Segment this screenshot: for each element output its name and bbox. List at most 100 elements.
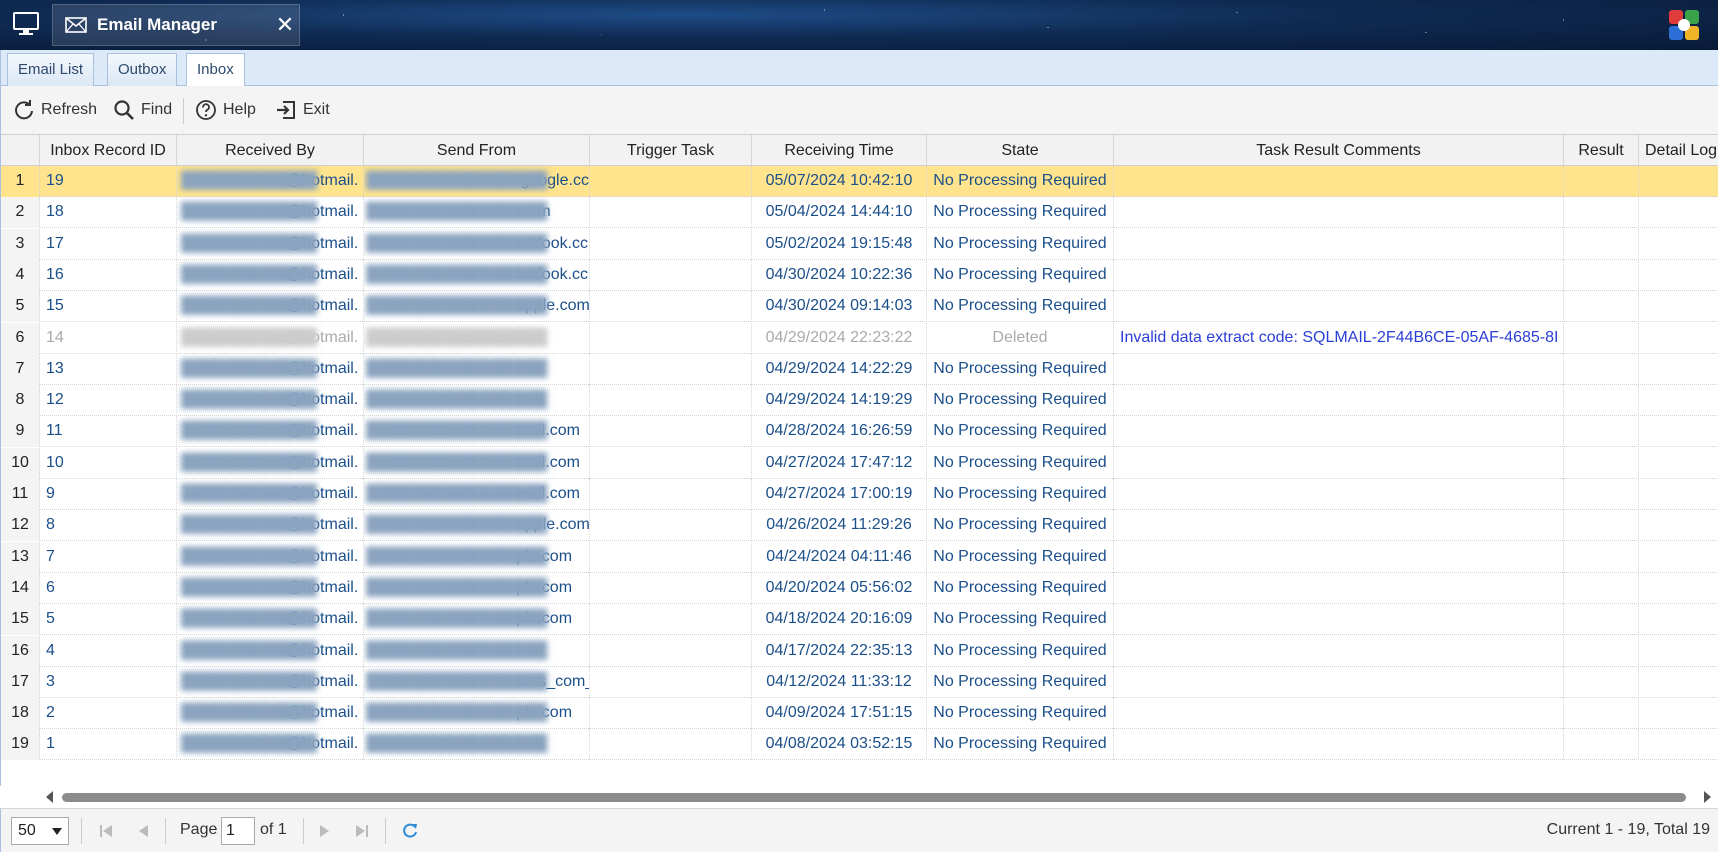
help-icon bbox=[196, 100, 216, 120]
column-header-trigger-task[interactable]: Trigger Task bbox=[590, 135, 752, 166]
tab-outbox[interactable]: Outbox bbox=[107, 53, 178, 86]
send-from-cell: ████████████████apple.com bbox=[364, 291, 590, 323]
record-id-cell: 9 bbox=[40, 479, 177, 510]
redacted-text: ████████████████ bbox=[366, 359, 548, 377]
table-row[interactable]: 3 17 ████████████@hotmail. ████████████████… bbox=[1, 228, 1718, 260]
send-from-cell: ████████████████m bbox=[364, 353, 590, 385]
trigger-task-cell bbox=[590, 635, 752, 667]
table-row[interactable]: 12 8 ████████████@hotmail. ████████████████… bbox=[1, 510, 1718, 542]
close-icon[interactable]: ✕ bbox=[273, 11, 297, 39]
redacted-text: ████████████ bbox=[181, 265, 318, 283]
tab-email-list[interactable]: Email List bbox=[7, 53, 95, 86]
exit-button[interactable]: Exit bbox=[275, 96, 330, 124]
scroll-left-icon[interactable] bbox=[46, 791, 53, 803]
find-button[interactable]: Find bbox=[113, 96, 172, 124]
table-row[interactable]: 19 1 ████████████@hotmail. ████████████████… bbox=[1, 729, 1718, 761]
trigger-task-cell bbox=[590, 572, 752, 604]
detail-log-cell bbox=[1639, 667, 1718, 698]
table-row[interactable]: 14 6 ████████████@hotmail. ████████████████… bbox=[1, 572, 1718, 604]
row-number-cell: 7 bbox=[1, 353, 40, 385]
refresh-button[interactable]: Refresh bbox=[13, 96, 97, 124]
page-number-input[interactable]: 1 bbox=[221, 817, 255, 845]
task-result-comment-cell bbox=[1114, 510, 1564, 542]
result-cell bbox=[1564, 604, 1639, 636]
row-number-cell: 1 bbox=[1, 166, 40, 197]
window-tab[interactable]: Email Manager ✕ bbox=[52, 4, 300, 46]
task-result-comment-cell bbox=[1114, 698, 1564, 730]
detail-log-cell bbox=[1639, 448, 1718, 479]
table-row[interactable]: 18 2 ████████████@hotmail. ████████████████… bbox=[1, 698, 1718, 730]
column-header-state[interactable]: State bbox=[927, 135, 1114, 166]
scrollbar-thumb[interactable] bbox=[62, 793, 1686, 802]
received-by-cell: ████████████@hotmail. bbox=[177, 228, 364, 260]
redacted-text: ████████████████ bbox=[366, 547, 548, 565]
table-row[interactable]: 5 15 ████████████@hotmail. ████████████████… bbox=[1, 291, 1718, 323]
result-cell bbox=[1564, 385, 1639, 417]
help-button[interactable]: Help bbox=[195, 96, 256, 124]
state-cell: No Processing Required bbox=[927, 604, 1114, 636]
record-id-cell: 15 bbox=[40, 291, 177, 323]
tab-inbox[interactable]: Inbox bbox=[186, 53, 245, 87]
table-row[interactable]: 4 16 ████████████@hotmail. ████████████████… bbox=[1, 259, 1718, 291]
task-result-comment-cell bbox=[1114, 166, 1564, 197]
received-by-cell: ████████████@hotmail. bbox=[177, 353, 364, 385]
reload-icon[interactable] bbox=[401, 822, 419, 840]
redacted-text: ████████████████ bbox=[366, 735, 548, 753]
record-id-cell: 8 bbox=[40, 510, 177, 542]
state-cell: No Processing Required bbox=[927, 353, 1114, 385]
redacted-text: ████████████ bbox=[181, 453, 318, 471]
trigger-task-cell bbox=[590, 604, 752, 636]
state-cell: No Processing Required bbox=[927, 416, 1114, 448]
received-by-cell: ████████████@hotmail. bbox=[177, 510, 364, 542]
receiving-time-cell: 05/07/2024 10:42:10 bbox=[752, 166, 927, 197]
scroll-right-icon[interactable] bbox=[1704, 791, 1711, 803]
table-row[interactable]: 9 11 ████████████@hotmail. ████████████████… bbox=[1, 416, 1718, 448]
detail-log-cell bbox=[1639, 166, 1718, 197]
column-header-result[interactable]: Result bbox=[1564, 135, 1639, 166]
task-result-comment-cell bbox=[1114, 228, 1564, 260]
page-size-select[interactable]: 50 bbox=[11, 817, 69, 845]
next-page-icon[interactable] bbox=[315, 822, 333, 840]
column-header-receiving-time[interactable]: Receiving Time bbox=[752, 135, 927, 166]
redacted-text: ████████████████ bbox=[366, 704, 548, 722]
prev-page-icon[interactable] bbox=[135, 822, 153, 840]
table-row[interactable]: 13 7 ████████████@hotmail. ████████████████… bbox=[1, 541, 1718, 573]
horizontal-scrollbar[interactable] bbox=[44, 790, 1714, 804]
column-header-received-by[interactable]: Received By bbox=[177, 135, 364, 166]
detail-log-cell bbox=[1639, 197, 1718, 228]
column-header-inbox-record-id[interactable]: Inbox Record ID bbox=[40, 135, 177, 166]
receiving-time-cell: 04/12/2024 11:33:12 bbox=[752, 666, 927, 698]
receiving-time-cell: 05/02/2024 19:15:48 bbox=[752, 228, 927, 260]
last-page-icon[interactable] bbox=[353, 822, 371, 840]
detail-log-cell bbox=[1639, 260, 1718, 291]
trigger-task-cell bbox=[590, 197, 752, 229]
desktop-icon[interactable] bbox=[12, 11, 40, 37]
table-row[interactable]: 8 12 ████████████@hotmail. ████████████████… bbox=[1, 385, 1718, 417]
column-header-send-from[interactable]: Send From bbox=[364, 135, 590, 166]
table-row[interactable]: 17 3 ████████████@hotmail. ████████████████… bbox=[1, 666, 1718, 698]
table-row[interactable]: 10 10 ████████████@hotmail. ███████████████… bbox=[1, 447, 1718, 479]
exit-icon bbox=[277, 101, 295, 119]
table-row[interactable]: 2 18 ████████████@hotmail. ████████████████… bbox=[1, 197, 1718, 229]
app-logo-icon bbox=[1669, 10, 1699, 40]
table-row[interactable]: 6 14 ████████████@hotmail. ████████████████… bbox=[1, 322, 1718, 354]
first-page-icon[interactable] bbox=[97, 822, 115, 840]
trigger-task-cell bbox=[590, 322, 752, 354]
table-row[interactable]: 16 4 ████████████@hotmail. ████████████████… bbox=[1, 635, 1718, 667]
column-header-task-result-comments[interactable]: Task Result Comments bbox=[1114, 135, 1564, 166]
column-header-detail-log[interactable]: Detail Log bbox=[1639, 135, 1718, 166]
trigger-task-cell bbox=[590, 166, 752, 197]
receiving-time-cell: 04/28/2024 16:26:59 bbox=[752, 416, 927, 448]
result-cell bbox=[1564, 259, 1639, 291]
table-row[interactable]: 15 5 ████████████@hotmail. ████████████████… bbox=[1, 604, 1718, 636]
send-from-cell: ████████████████apple.com bbox=[364, 510, 590, 542]
row-number-cell: 8 bbox=[1, 385, 40, 417]
receiving-time-cell: 04/18/2024 20:16:09 bbox=[752, 604, 927, 636]
table-row[interactable]: 7 13 ████████████@hotmail. ████████████████… bbox=[1, 353, 1718, 385]
table-row[interactable]: 119████████████@hotmail.████████████████… bbox=[1, 166, 1718, 197]
page-label: Page bbox=[180, 821, 218, 838]
record-id-cell: 1 bbox=[40, 729, 177, 761]
redacted-text: ████████████████ bbox=[366, 328, 548, 346]
table-row[interactable]: 119████████████@hotmail.████████████████… bbox=[1, 479, 1718, 510]
redacted-text: ████████████ bbox=[181, 735, 318, 753]
